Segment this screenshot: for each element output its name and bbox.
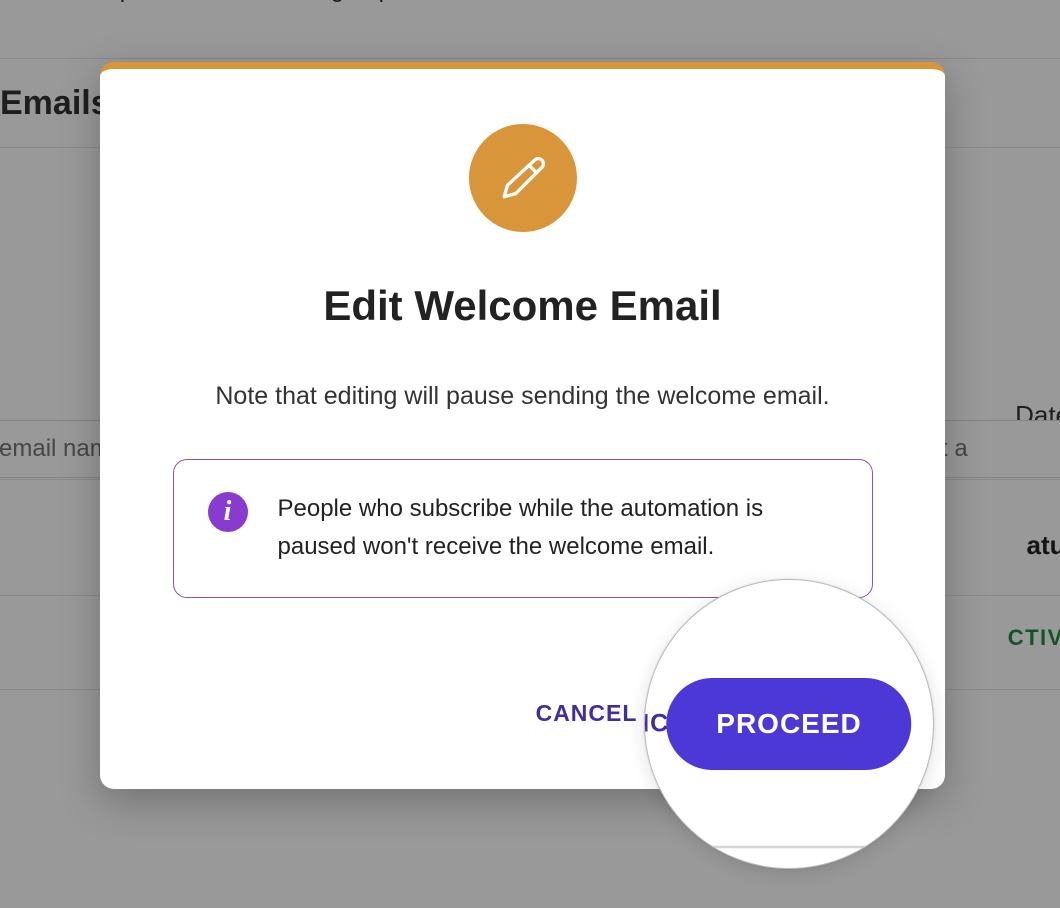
info-callout: i People who subscribe while the automat… [173, 459, 873, 598]
proceed-button[interactable]: PROCEED [666, 678, 911, 770]
magnifier-shadow [657, 846, 922, 848]
cancel-button[interactable]: CANCEL [526, 680, 648, 747]
info-text: People who subscribe while the automatio… [278, 490, 838, 567]
modal-title: Edit Welcome Email [100, 282, 945, 330]
modal-note: Note that editing will pause sending the… [100, 382, 945, 411]
info-icon: i [208, 492, 248, 532]
pencil-icon [469, 124, 577, 232]
magnifier-highlight: CANCEL PROCEED [644, 579, 934, 869]
